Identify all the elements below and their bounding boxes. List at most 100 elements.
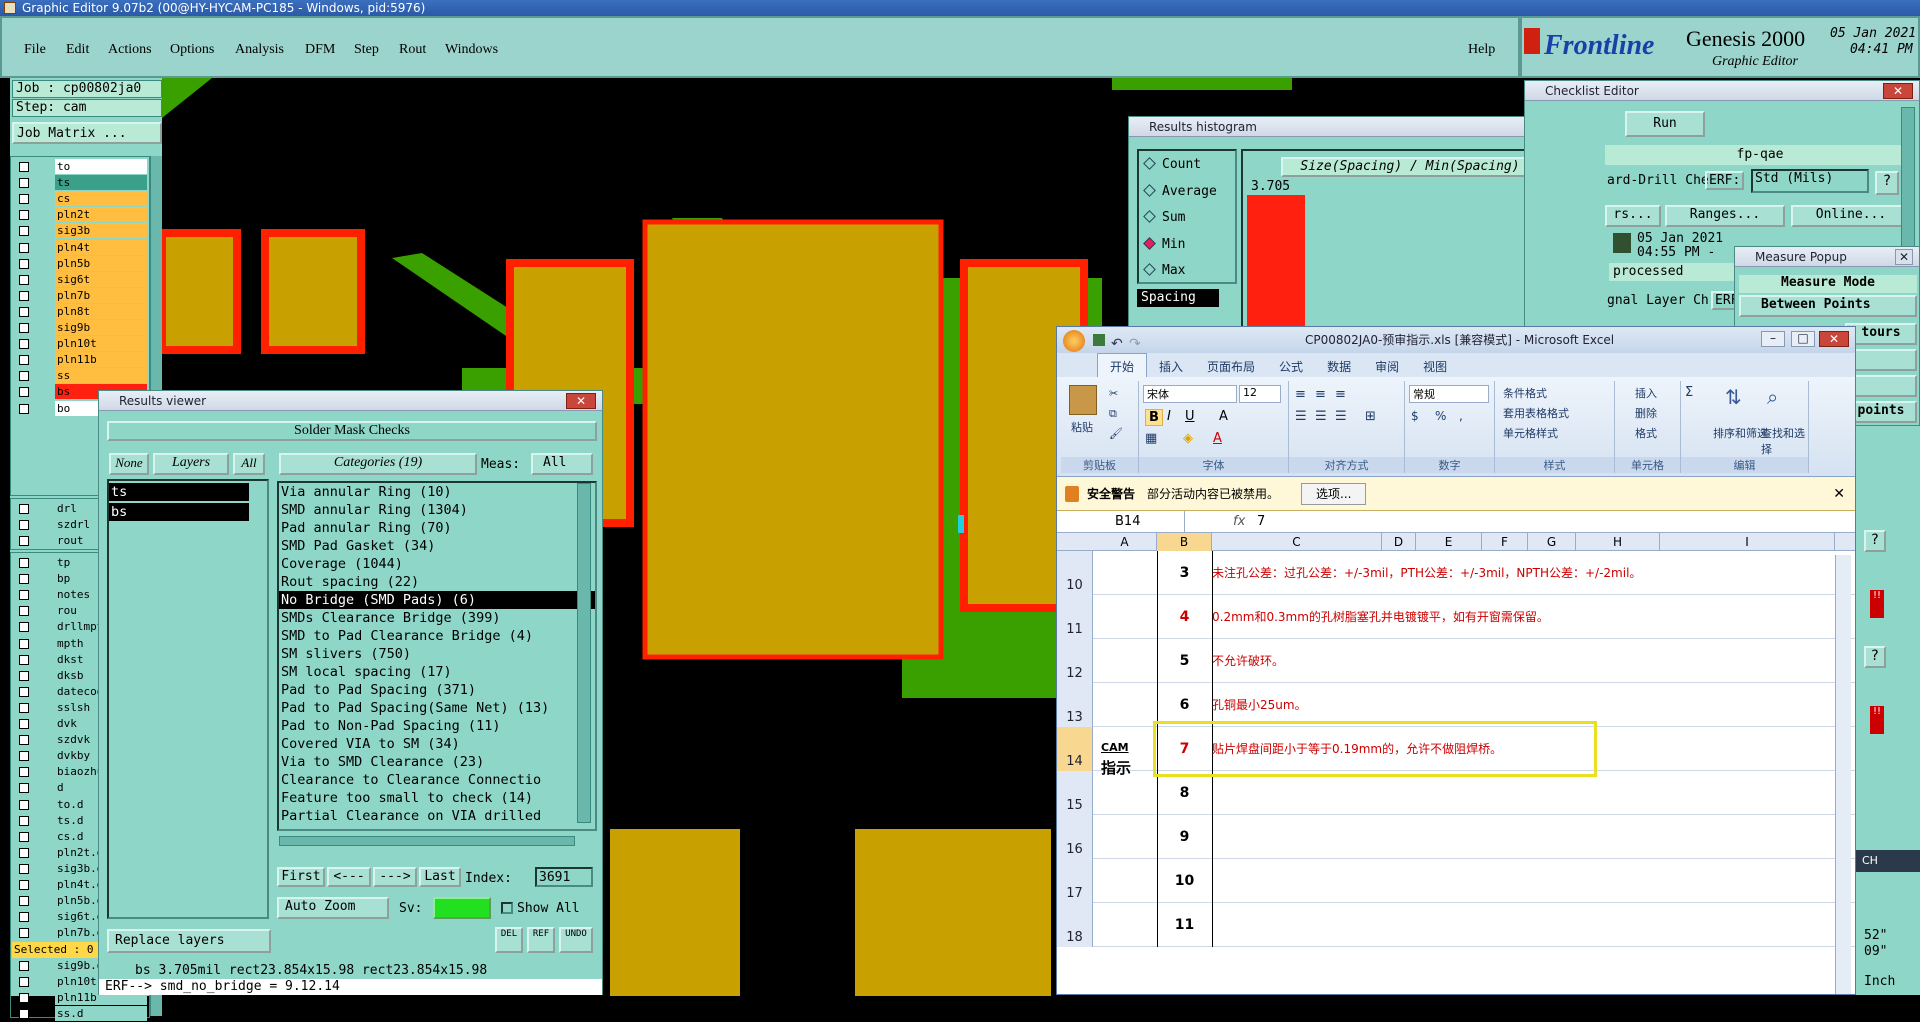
align-left-icon[interactable]: ☰ xyxy=(1295,409,1307,424)
layer-checkbox[interactable] xyxy=(19,686,29,697)
menu-windows[interactable]: Windows xyxy=(445,42,498,58)
fx-icon[interactable]: fx xyxy=(1233,511,1245,533)
layer-checkbox[interactable] xyxy=(19,323,29,333)
italic-icon[interactable]: I xyxy=(1167,409,1171,424)
layer-checkbox[interactable] xyxy=(19,896,29,907)
layer-checkbox[interactable] xyxy=(19,815,29,826)
row-number[interactable]: 14 xyxy=(1057,727,1093,771)
next-button[interactable]: ---> xyxy=(373,867,417,887)
border-icon[interactable]: ▦ xyxy=(1145,431,1157,446)
row-number[interactable]: 16 xyxy=(1057,815,1093,859)
layer-checkbox[interactable] xyxy=(19,403,29,414)
check-item[interactable]: SMD to Pad Clearance Bridge (4) xyxy=(279,627,595,645)
layer-row[interactable]: ss xyxy=(15,368,147,384)
auto-zoom-select[interactable]: Auto Zoom xyxy=(277,897,389,919)
job-matrix-button[interactable]: Job Matrix ... xyxy=(12,122,162,144)
layer-checkbox[interactable] xyxy=(19,371,29,382)
layer-row[interactable]: pln11b xyxy=(15,352,147,368)
row-number[interactable]: 11 xyxy=(1057,595,1093,639)
cell-style-button[interactable]: 单元格样式 xyxy=(1503,425,1558,441)
menu-file[interactable]: File xyxy=(24,42,46,58)
check-item[interactable]: SM local spacing (17) xyxy=(279,663,595,681)
layer-checkbox[interactable] xyxy=(19,162,29,172)
check-item[interactable]: SMD annular Ring (1304) xyxy=(279,501,595,519)
check-list-scrollbar[interactable] xyxy=(577,483,591,823)
layer-checkbox[interactable] xyxy=(19,290,29,301)
align-center-icon[interactable]: ☰ xyxy=(1315,409,1327,424)
layer-checkbox[interactable] xyxy=(19,178,29,189)
menu-edit[interactable]: Edit xyxy=(66,42,89,58)
menu-rout[interactable]: Rout xyxy=(399,42,426,58)
check-item[interactable]: SMDs Clearance Bridge (399) xyxy=(279,609,595,627)
minimize-icon[interactable]: – xyxy=(1761,331,1785,347)
column-header[interactable]: F xyxy=(1482,533,1528,551)
ribbon-tab[interactable]: 视图 xyxy=(1411,354,1459,379)
formula-input[interactable]: 7 xyxy=(1257,511,1265,533)
histogram-option[interactable]: Average xyxy=(1143,184,1217,199)
layer-checkbox[interactable] xyxy=(19,880,29,890)
cell-b[interactable]: 8 xyxy=(1157,771,1212,815)
layer-checkbox[interactable] xyxy=(19,622,29,633)
close-security-icon[interactable]: ✕ xyxy=(1833,477,1845,511)
layer-checkbox[interactable] xyxy=(19,274,29,285)
histogram-option[interactable]: Min xyxy=(1143,237,1185,252)
ime-bar[interactable]: CH xyxy=(1856,850,1920,872)
delete-cells-button[interactable]: 删除 xyxy=(1635,405,1657,421)
layer-checkbox[interactable] xyxy=(19,558,29,568)
layer-row[interactable]: pln4t xyxy=(15,239,147,256)
cell-c[interactable]: 未注孔公差：过孔公差：+/-3mil，PTH公差：+/-3mil，NPTH公差：… xyxy=(1212,551,1641,595)
check-item[interactable]: Pad to Non-Pad Spacing (11) xyxy=(279,717,595,735)
layer-checkbox[interactable] xyxy=(19,355,29,366)
fill-color-icon[interactable]: ◈ xyxy=(1183,431,1193,446)
layer-checkbox[interactable] xyxy=(19,767,29,778)
layer-checkbox[interactable] xyxy=(19,590,29,601)
ref-button[interactable]: REF xyxy=(527,927,555,953)
ribbon-tab[interactable]: 开始 xyxy=(1097,353,1148,379)
undo-button[interactable]: UNDO xyxy=(559,927,593,953)
options-button[interactable]: 选项... xyxy=(1301,483,1367,505)
check-category-list[interactable]: Via annular Ring (10) SMD annular Ring (1… xyxy=(277,481,597,831)
column-header[interactable]: A xyxy=(1093,533,1157,551)
row-number[interactable]: 13 xyxy=(1057,683,1093,727)
row-number[interactable]: 17 xyxy=(1057,859,1093,903)
percent-icon[interactable]: % xyxy=(1435,409,1446,423)
column-header[interactable]: B xyxy=(1157,533,1212,551)
office-button-icon[interactable] xyxy=(1063,330,1085,352)
menu-actions[interactable]: Actions xyxy=(108,42,152,58)
close-icon[interactable]: ✕ xyxy=(1895,249,1913,265)
table-row[interactable]: 10 3 未注孔公差：过孔公差：+/-3mil，PTH公差：+/-3mil，NPTH… xyxy=(1057,551,1855,595)
vertical-scrollbar[interactable] xyxy=(1835,555,1851,994)
layer-row[interactable]: to xyxy=(15,159,147,175)
column-header[interactable]: G xyxy=(1528,533,1576,551)
column-header[interactable]: D xyxy=(1382,533,1416,551)
table-row[interactable]: 11 4 0.2mm和0.3mm的孔树脂塞孔并电镀镀平，如有开窗需保留。 xyxy=(1057,595,1855,639)
paste-label[interactable]: 粘贴 xyxy=(1071,419,1093,435)
close-icon[interactable]: ✕ xyxy=(1883,83,1913,99)
row-number[interactable]: 12 xyxy=(1057,639,1093,683)
first-button[interactable]: First xyxy=(277,867,325,887)
check-item[interactable]: SMD Pad Gasket (34) xyxy=(279,537,595,555)
cell-b[interactable]: 11 xyxy=(1157,903,1212,947)
layer-checkbox[interactable] xyxy=(19,194,29,205)
layer-row[interactable]: pln8t xyxy=(15,303,147,320)
layer-checkbox[interactable] xyxy=(19,976,29,987)
table-format-button[interactable]: 套用表格格式 xyxy=(1503,405,1569,421)
all-button[interactable]: All xyxy=(233,453,265,475)
layer-checkbox[interactable] xyxy=(19,242,29,253)
align-bottom-icon[interactable]: ≡ xyxy=(1335,387,1346,402)
layer-checkbox[interactable] xyxy=(19,783,29,794)
font-name-select[interactable]: 宋体 xyxy=(1143,385,1237,403)
align-right-icon[interactable]: ☰ xyxy=(1335,409,1347,424)
layer-checkbox[interactable] xyxy=(19,536,29,547)
find-select-icon[interactable]: ⌕ xyxy=(1767,385,1778,409)
sort-filter-icon[interactable]: ⇅ xyxy=(1725,385,1742,409)
ranges-button[interactable]: Ranges... xyxy=(1665,205,1785,227)
layer-checkbox[interactable] xyxy=(19,928,29,939)
conditional-format-button[interactable]: 条件格式 xyxy=(1503,385,1547,401)
ribbon-tab[interactable]: 页面布局 xyxy=(1195,354,1267,379)
underline-icon[interactable]: U xyxy=(1185,409,1195,424)
layer-checkbox[interactable] xyxy=(19,735,29,746)
del-button[interactable]: DEL xyxy=(495,927,523,953)
insert-cells-button[interactable]: 插入 xyxy=(1635,385,1657,401)
layer-checkbox[interactable] xyxy=(19,520,29,531)
